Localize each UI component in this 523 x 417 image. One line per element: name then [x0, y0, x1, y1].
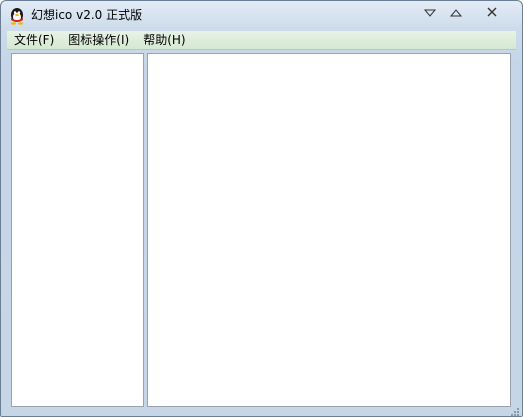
app-window: 幻想ico v2.0 正式版 文件(F) 图标操作(I) 帮助(H)	[0, 0, 523, 417]
close-x-icon	[487, 2, 497, 21]
menu-help[interactable]: 帮助(H)	[136, 31, 192, 49]
resize-grip-icon[interactable]	[508, 402, 520, 416]
menu-bar: 文件(F) 图标操作(I) 帮助(H)	[7, 31, 516, 50]
triangle-down-icon	[423, 2, 437, 21]
minimize-button[interactable]	[419, 2, 441, 20]
menu-icon-operations[interactable]: 图标操作(I)	[61, 31, 136, 49]
window-title: 幻想ico v2.0 正式版	[31, 8, 143, 22]
qq-penguin-icon	[8, 7, 26, 25]
left-panel[interactable]	[11, 53, 144, 407]
triangle-up-icon	[449, 2, 463, 21]
close-button[interactable]	[473, 2, 511, 20]
maximize-button[interactable]	[445, 2, 467, 20]
title-bar[interactable]: 幻想ico v2.0 正式版	[1, 1, 522, 30]
right-panel[interactable]	[147, 53, 511, 407]
menu-file[interactable]: 文件(F)	[7, 31, 61, 49]
